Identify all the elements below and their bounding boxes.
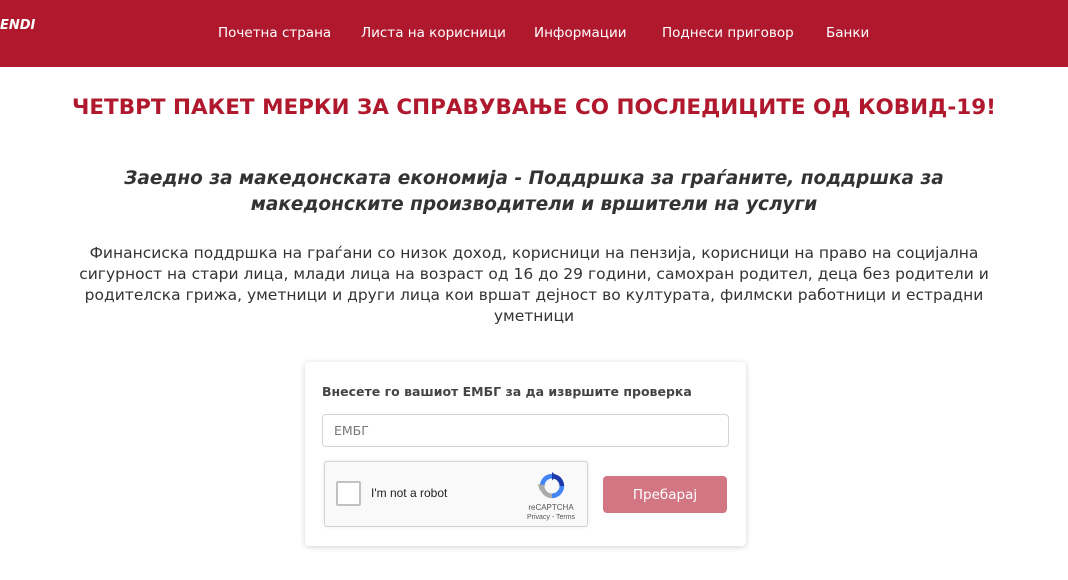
recaptcha-brand: reCAPTCHA xyxy=(528,503,574,512)
nav-link-home[interactable]: Почетна страна xyxy=(218,25,331,41)
page-subtitle: Заедно за македонската економија - Поддр… xyxy=(124,168,944,215)
embg-check-card: Внесете го вашиот ЕМБГ за да извршите пр… xyxy=(305,362,746,546)
nav-link-submit-complaint[interactable]: Поднеси приговор xyxy=(662,25,794,41)
nav-link-banks[interactable]: Банки xyxy=(826,25,869,41)
embg-input[interactable] xyxy=(322,414,729,447)
recaptcha-logo-icon xyxy=(537,471,565,499)
nav-link-information[interactable]: Информации xyxy=(534,25,627,41)
page-description: Финансиска поддршка на граѓани со низок … xyxy=(79,244,989,325)
site-logo[interactable]: ENDI xyxy=(0,18,35,33)
search-button[interactable]: Пребарај xyxy=(603,476,727,513)
recaptcha-checkbox[interactable] xyxy=(336,481,361,506)
recaptcha-widget: I'm not a robot reCAPTCHA Privacy - Term… xyxy=(324,461,588,527)
recaptcha-label: I'm not a robot xyxy=(371,486,448,500)
embg-form-label: Внесете го вашиот ЕМБГ за да извршите пр… xyxy=(322,384,692,399)
top-navbar: ENDI Почетна страна Листа на корисници И… xyxy=(0,0,1068,67)
recaptcha-privacy-terms-links[interactable]: Privacy - Terms xyxy=(518,514,584,521)
nav-link-beneficiaries-list[interactable]: Листа на корисници xyxy=(361,25,506,41)
page-headline: ЧЕТВРТ ПАКЕТ МЕРКИ ЗА СПРАВУВАЊЕ СО ПОСЛ… xyxy=(72,95,996,120)
